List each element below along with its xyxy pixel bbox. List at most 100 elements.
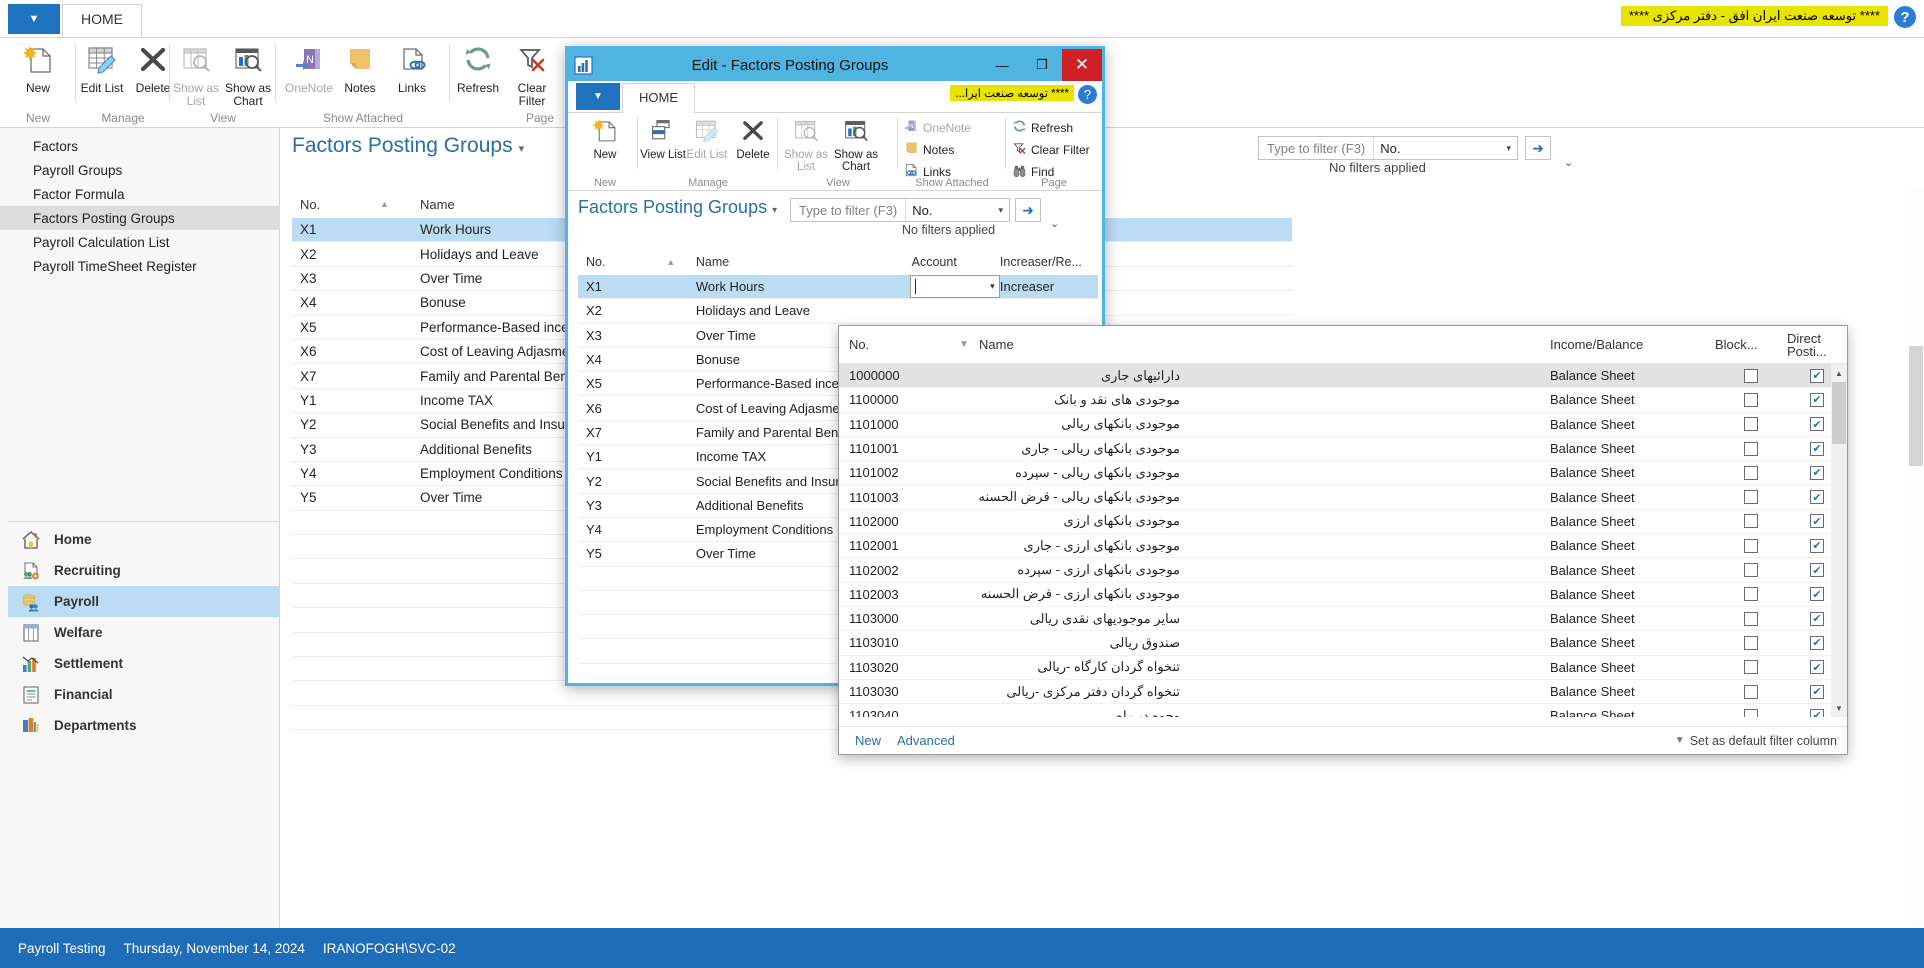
filter-box[interactable]: Type to filter (F3) No. ▾ [1258,136,1518,160]
modal-column-header-increaser[interactable]: Increaser/Re... [1000,255,1098,269]
checkbox-blocked[interactable] [1744,441,1758,456]
lookup-column-header-name[interactable]: Name [979,337,1550,352]
chevron-down-icon[interactable]: ▾ [990,281,995,292]
help-icon[interactable]: ? [1894,6,1916,28]
module-item-settlement[interactable]: Settlement [8,648,280,679]
application-menu-button[interactable]: ▼ [8,4,60,34]
checkbox-direct-posting[interactable]: ✔ [1810,465,1824,480]
modal-title-bar[interactable]: Edit - Factors Posting Groups — ❐ ✕ [568,49,1102,81]
modal-search-input[interactable]: Type to filter (F3) [791,203,905,218]
scroll-up-icon[interactable]: ▲ [1831,364,1847,382]
sidebar-item-factors[interactable]: Factors [0,134,280,158]
notes-button[interactable]: Notes [334,42,386,95]
checkbox-blocked[interactable] [1744,538,1758,553]
checkbox-direct-posting[interactable]: ✔ [1810,708,1824,717]
column-header-no[interactable]: No. [292,197,380,212]
checkbox-direct-posting[interactable]: ✔ [1810,635,1824,650]
modal-show-as-list-button[interactable]: Show as List [782,116,830,173]
edit-list-button[interactable]: Edit List [74,42,130,95]
modal-edit-list-button[interactable]: Edit List [684,116,730,161]
modal-notes-button[interactable]: Notes [904,139,954,160]
modal-table-row[interactable]: X1 Work Hours ▾ Increaser [578,275,1098,300]
checkbox-blocked[interactable] [1744,490,1758,505]
lookup-row[interactable]: 1000000 دارائیهای جاری Balance Sheet ✔ [839,364,1847,389]
checkbox-direct-posting[interactable]: ✔ [1810,490,1824,505]
modal-clear-filter-button[interactable]: Clear Filter [1012,139,1090,160]
checkbox-blocked[interactable] [1744,611,1758,626]
lookup-row[interactable]: 1102001 موجودی بانکهای ارزی - جاری Balan… [839,534,1847,559]
sidebar-item-payroll-timesheet-register[interactable]: Payroll TimeSheet Register [0,254,280,278]
sidebar-item-factors-posting-groups[interactable]: Factors Posting Groups [0,206,280,230]
checkbox-direct-posting[interactable]: ✔ [1810,514,1824,529]
modal-page-title[interactable]: Factors Posting Groups ▾ [578,197,777,218]
search-input[interactable]: Type to filter (F3) [1259,141,1373,156]
lookup-row[interactable]: 1101001 موجودی بانکهای ریالی - جاری Bala… [839,437,1847,462]
column-header-name[interactable]: Name [420,197,455,212]
checkbox-direct-posting[interactable]: ✔ [1810,563,1824,578]
maximize-button[interactable]: ❐ [1022,49,1062,81]
page-title[interactable]: Factors Posting Groups ▾ [292,134,524,158]
modal-filter-field-select[interactable]: No. [906,203,938,218]
chevron-down-icon[interactable]: ▾ [992,205,1009,216]
lookup-scrollbar[interactable]: ▲ ▼ [1831,364,1847,717]
checkbox-direct-posting[interactable]: ✔ [1810,392,1824,407]
lookup-column-header-direct-posting[interactable]: Direct Posti... [1787,332,1847,358]
checkbox-blocked[interactable] [1744,660,1758,675]
module-item-recruiting[interactable]: Recruiting [8,555,280,586]
lookup-column-header-no[interactable]: No. [839,337,959,352]
checkbox-direct-posting[interactable]: ✔ [1810,684,1824,699]
sidebar-item-payroll-calculation-list[interactable]: Payroll Calculation List [0,230,280,254]
show-as-chart-button[interactable]: Show as Chart [222,42,274,108]
lookup-row[interactable]: 1102003 موجودی بانکهای ارزی - قرض الحسنه… [839,583,1847,607]
modal-view-list-button[interactable]: View List [640,116,686,161]
chevron-down-icon[interactable]: ▾ [772,205,777,216]
clear-filter-button[interactable]: Clear Filter [506,42,558,108]
module-item-home[interactable]: Home [8,524,280,555]
checkbox-blocked[interactable] [1744,514,1758,529]
chevron-down-icon[interactable]: ▾ [519,143,525,155]
modal-refresh-button[interactable]: Refresh [1012,117,1073,138]
checkbox-blocked[interactable] [1744,563,1758,578]
scrollbar-thumb[interactable] [1832,382,1846,444]
modal-column-header-name[interactable]: Name [696,255,912,269]
modal-apply-filter-button[interactable]: ➜ [1015,198,1041,222]
lookup-column-header-income-balance[interactable]: Income/Balance [1550,337,1715,352]
modal-delete-button[interactable]: Delete [730,116,776,161]
lookup-row[interactable]: 1100000 موجودی های نقد و بانک Balance Sh… [839,388,1847,413]
modal-tab-home[interactable]: HOME [622,83,695,113]
checkbox-blocked[interactable] [1744,417,1758,432]
checkbox-blocked[interactable] [1744,392,1758,407]
lookup-new-link[interactable]: New [855,733,881,748]
checkbox-direct-posting[interactable]: ✔ [1810,417,1824,432]
checkbox-direct-posting[interactable]: ✔ [1810,368,1824,383]
minimize-button[interactable]: — [982,49,1022,81]
lookup-row[interactable]: 1101000 موجودی بانکهای ریالی Balance She… [839,413,1847,437]
modal-column-header-account[interactable]: Account [912,255,1000,269]
checkbox-direct-posting[interactable]: ✔ [1810,587,1824,602]
checkbox-blocked[interactable] [1744,587,1758,602]
modal-expand-filter-icon[interactable]: ⌄ [1050,217,1059,230]
content-scrollbar[interactable] [1908,186,1924,928]
module-item-financial[interactable]: Financial [8,679,280,710]
account-lookup-field[interactable]: ▾ [909,275,1000,299]
show-as-list-button[interactable]: Show as List [170,42,222,108]
checkbox-direct-posting[interactable]: ✔ [1810,538,1824,553]
modal-menu-button[interactable]: ▼ [576,83,620,110]
modal-new-button[interactable]: New [577,116,633,161]
checkbox-direct-posting[interactable]: ✔ [1810,660,1824,675]
checkbox-direct-posting[interactable]: ✔ [1810,611,1824,626]
lookup-row[interactable]: 1101003 موجودی بانکهای ریالی - قرض الحسن… [839,485,1847,510]
expand-filter-icon[interactable]: ⌄ [1564,156,1573,169]
tab-home[interactable]: HOME [62,4,142,36]
lookup-row[interactable]: 1103030 تنخواه گردان دفتر مرکزی -ریالی B… [839,680,1847,705]
modal-show-as-chart-button[interactable]: Show as Chart [830,116,882,173]
checkbox-blocked[interactable] [1744,465,1758,480]
chevron-down-icon[interactable]: ▾ [1500,143,1517,154]
set-default-filter-column-button[interactable]: ▼ Set as default filter column [1675,734,1837,748]
refresh-button[interactable]: Refresh [450,42,506,95]
new-button[interactable]: New [5,42,71,95]
lookup-row[interactable]: 1102002 موجودی بانکهای ارزی - سپرده Bala… [839,558,1847,583]
lookup-row[interactable]: 1103000 سایر موجودیهای نقدی ریالی Balanc… [839,607,1847,632]
onenote-button[interactable]: N OneNote [282,42,336,95]
modal-column-header-no[interactable]: No. [578,255,666,269]
